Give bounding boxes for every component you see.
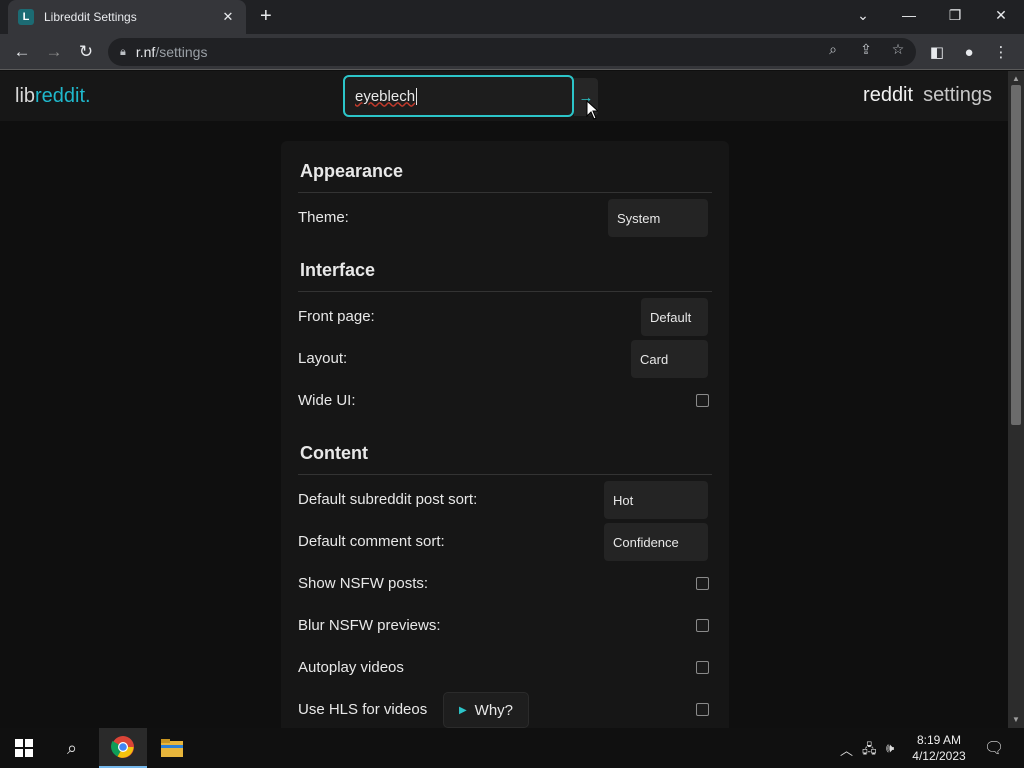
- profile-icon[interactable]: ●: [959, 42, 979, 62]
- volume-icon[interactable]: 🕪︎: [886, 740, 894, 756]
- post-sort-select[interactable]: Hot: [604, 481, 708, 519]
- forward-icon[interactable]: →: [42, 40, 66, 64]
- new-tab-button[interactable]: +: [260, 6, 272, 26]
- site-logo[interactable]: libreddit.: [15, 85, 91, 108]
- search-input-text: eyeblech: [355, 87, 416, 105]
- scroll-thumb[interactable]: [1011, 85, 1021, 425]
- start-windows-icon[interactable]: [0, 728, 48, 768]
- close-window-button[interactable]: ✕: [978, 0, 1024, 30]
- web-page: libreddit. eyeblech → reddit settings App…: [0, 71, 1008, 728]
- comment-sort-label: Default comment sort:: [298, 533, 445, 550]
- system-clock[interactable]: 8:19 AM 4/12/2023: [904, 732, 974, 764]
- reload-icon[interactable]: ↻: [74, 40, 98, 64]
- appearance-heading: Appearance: [300, 161, 404, 181]
- scroll-down-icon[interactable]: ▼: [1012, 715, 1020, 724]
- clock-date: 4/12/2023: [912, 749, 966, 763]
- front-page-select[interactable]: Default: [641, 298, 708, 336]
- mouse-cursor-icon: [586, 100, 598, 120]
- url-path: /settings: [155, 44, 208, 60]
- logo-lib-text: lib: [15, 85, 36, 107]
- show-nsfw-label: Show NSFW posts:: [298, 575, 429, 592]
- page-scrollbar[interactable]: ▲ ▼: [1008, 71, 1024, 728]
- tab-title: Libreddit Settings: [44, 10, 137, 24]
- text-caret: [416, 87, 418, 105]
- disclosure-triangle-icon: ▶: [458, 704, 467, 716]
- scroll-up-icon[interactable]: ▲: [1012, 74, 1020, 83]
- lock-icon: 🔒︎: [120, 45, 126, 58]
- logo-reddit-text: reddit.: [35, 85, 91, 107]
- share-icon[interactable]: ⇪: [857, 40, 875, 58]
- browser-toolbar: ← → ↻ 🔒︎ r.nf /settings ⌕ ⇪ ☆ ◧ ● ⋮: [0, 34, 1024, 70]
- show-hidden-icons-icon[interactable]: ︿: [840, 740, 853, 759]
- divider: [298, 474, 712, 475]
- nav-links: reddit settings: [863, 84, 992, 107]
- autoplay-checkbox[interactable]: [696, 661, 709, 674]
- search-input[interactable]: eyeblech: [343, 75, 574, 117]
- show-nsfw-checkbox[interactable]: [696, 577, 709, 590]
- divider: [298, 192, 712, 193]
- chrome-taskbar-icon[interactable]: [99, 728, 147, 768]
- why-label: Why?: [474, 701, 514, 719]
- file-explorer-icon[interactable]: [148, 728, 196, 768]
- browser-tab[interactable]: L Libreddit Settings ✕: [8, 0, 246, 34]
- network-icon[interactable]: 🖧︎: [862, 740, 877, 762]
- post-sort-label: Default subreddit post sort:: [298, 491, 478, 508]
- browser-tabbar: L Libreddit Settings ✕ + ⌄ — ❐ ✕: [0, 0, 1024, 34]
- windows-taskbar: ⌕ ︿ 🖧︎ 🕪︎ 8:19 AM 4/12/2023 🗨︎: [0, 728, 1024, 768]
- divider: [298, 291, 712, 292]
- nav-settings-link[interactable]: settings: [923, 84, 992, 106]
- hls-checkbox[interactable]: [696, 703, 709, 716]
- back-icon[interactable]: ←: [10, 40, 34, 64]
- blur-nsfw-checkbox[interactable]: [696, 619, 709, 632]
- theme-label: Theme:: [298, 209, 349, 226]
- autoplay-label: Autoplay videos: [298, 659, 404, 676]
- front-page-label: Front page:: [298, 308, 375, 325]
- search-icon[interactable]: ⌕: [48, 728, 96, 768]
- zoom-search-icon[interactable]: ⌕: [824, 40, 842, 58]
- bookmark-star-icon[interactable]: ☆: [889, 40, 907, 58]
- address-bar[interactable]: 🔒︎ r.nf /settings: [108, 38, 916, 66]
- side-panel-icon[interactable]: ◧: [927, 42, 947, 62]
- tab-close-icon[interactable]: ✕: [220, 9, 236, 25]
- blur-nsfw-label: Blur NSFW previews:: [298, 617, 441, 634]
- content-heading: Content: [300, 443, 368, 463]
- layout-label: Layout:: [298, 350, 348, 367]
- clock-time: 8:19 AM: [916, 733, 962, 747]
- interface-heading: Interface: [300, 260, 376, 280]
- wide-ui-checkbox[interactable]: [696, 394, 709, 407]
- settings-panel: Appearance Theme: System Interface Front…: [281, 141, 729, 728]
- minimize-button[interactable]: —: [886, 0, 932, 30]
- notifications-icon[interactable]: 🗨︎: [984, 738, 1004, 758]
- libreddit-favicon-icon: L: [18, 9, 34, 25]
- theme-select[interactable]: System: [608, 199, 708, 237]
- site-navbar: libreddit. eyeblech → reddit settings: [0, 71, 1008, 121]
- url-host: r.nf: [135, 44, 156, 60]
- layout-select[interactable]: Card: [631, 340, 708, 378]
- hls-label: Use HLS for videos: [298, 701, 428, 718]
- nav-reddit-link[interactable]: reddit: [863, 84, 913, 106]
- why-hls-button[interactable]: ▶ Why?: [443, 692, 529, 728]
- comment-sort-select[interactable]: Confidence: [604, 523, 708, 561]
- tab-search-icon[interactable]: ⌄: [840, 0, 886, 30]
- menu-kebab-icon[interactable]: ⋮: [991, 42, 1011, 62]
- wide-ui-label: Wide UI:: [298, 392, 356, 409]
- restore-button[interactable]: ❐: [932, 0, 978, 30]
